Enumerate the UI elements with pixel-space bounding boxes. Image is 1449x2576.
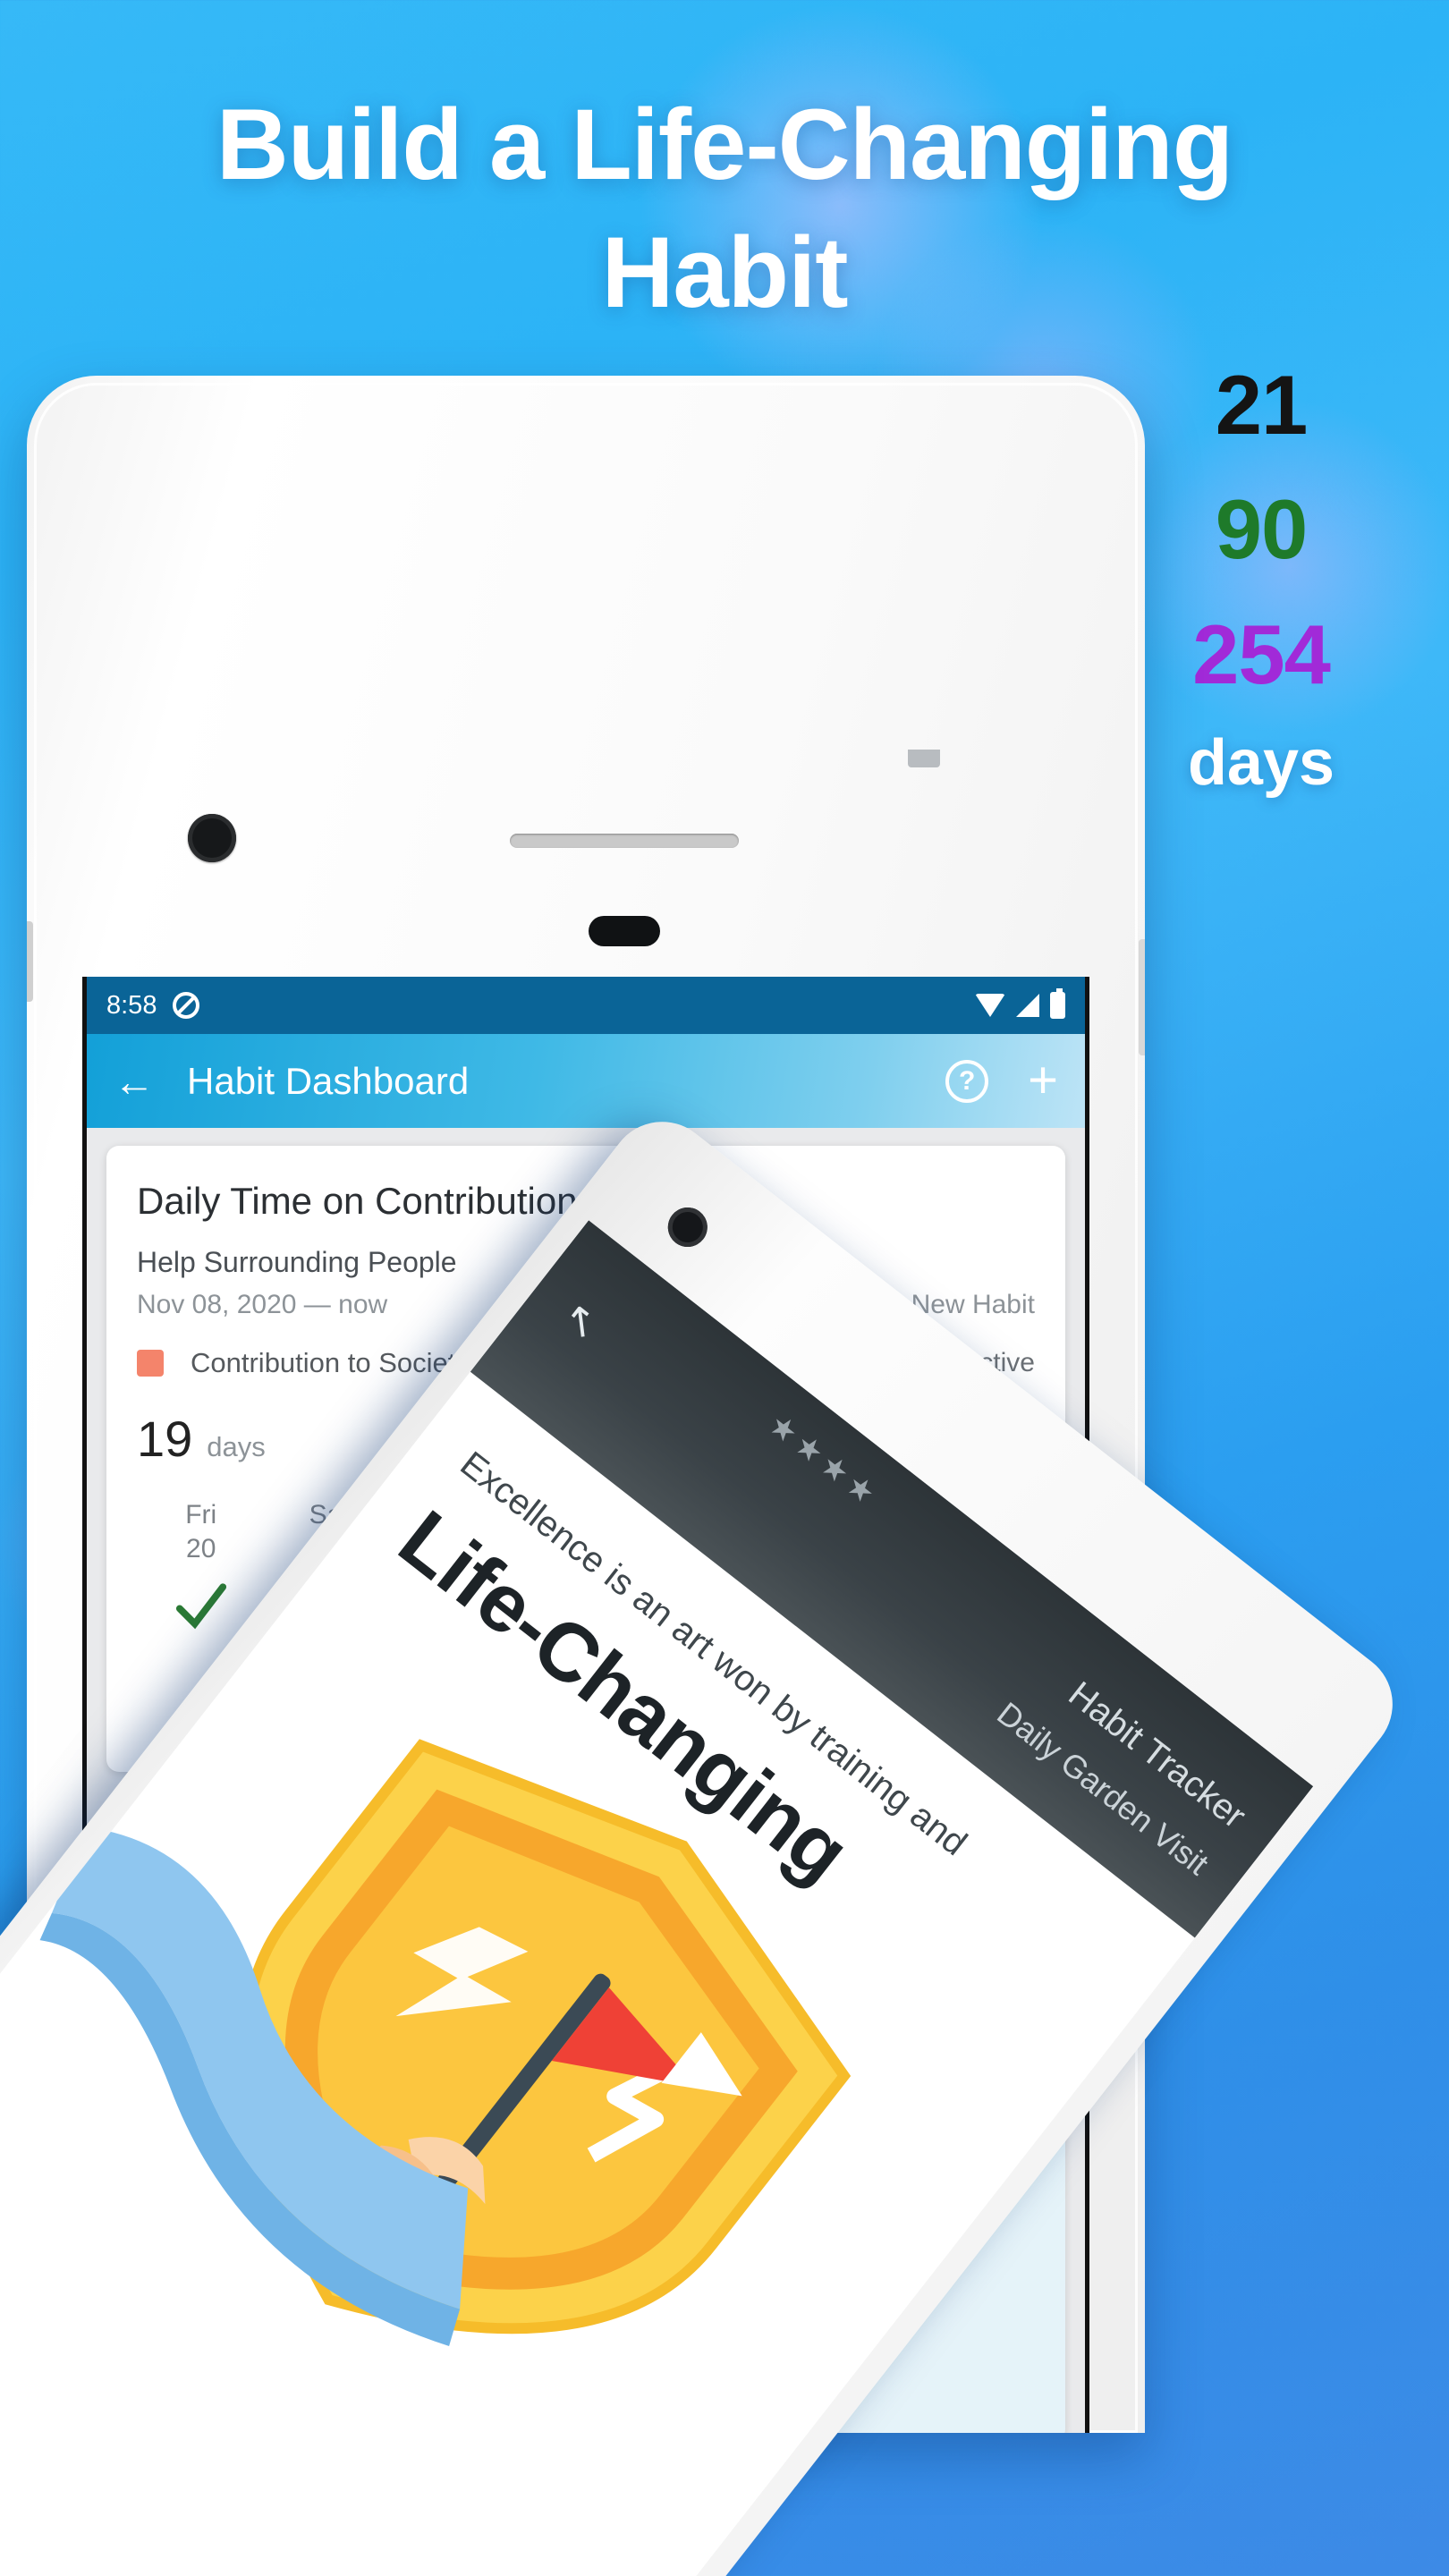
phone-power-button[interactable] — [1139, 939, 1145, 1055]
phone-top-notch — [908, 750, 940, 767]
back-arrow-icon[interactable]: ← — [114, 1061, 155, 1102]
status-bar-icons — [975, 988, 1065, 1019]
page-title: Habit Dashboard — [187, 1059, 470, 1102]
stat-value-90: 90 — [1215, 482, 1309, 577]
status-bar-time: 8:58 — [106, 990, 157, 1020]
streak-unit: days — [207, 1431, 266, 1462]
rating-stars-icon: ★★★★ — [762, 1407, 886, 1515]
do-not-disturb-icon — [173, 992, 200, 1019]
headline-line-1: Build a Life-Changing — [216, 89, 1233, 200]
back-arrow-icon[interactable]: ↖ — [554, 1291, 611, 1350]
day-number: 20 — [186, 1533, 216, 1563]
phone-volume-button[interactable] — [27, 921, 33, 1002]
habit-date: Nov 08, 2020 — now — [137, 1290, 388, 1319]
app-bar: ← Habit Dashboard ? + — [87, 1034, 1085, 1128]
status-bar: 8:58 — [87, 977, 1085, 1034]
app-bar-actions: ? + — [945, 1055, 1058, 1106]
front-camera-icon — [659, 1199, 716, 1255]
category-color-swatch — [137, 1350, 164, 1377]
proximity-sensor — [589, 916, 660, 946]
stat-unit-days: days — [1187, 726, 1335, 799]
stats-column: 21 90 254 days — [1127, 358, 1395, 800]
front-camera-icon — [188, 814, 236, 862]
signal-icon — [1016, 994, 1039, 1017]
day-name: Fri — [185, 1500, 217, 1530]
earpiece-speaker — [510, 834, 739, 848]
headline-line-2: Habit — [601, 216, 849, 329]
streak-value: 19 — [137, 1411, 193, 1467]
add-habit-icon[interactable]: + — [1028, 1055, 1058, 1106]
page-headline: Build a Life-Changing Habit — [0, 80, 1449, 337]
wifi-icon — [975, 994, 1005, 1017]
category-label: Contribution to Society — [191, 1347, 470, 1378]
stat-value-254: 254 — [1192, 606, 1331, 701]
help-icon[interactable]: ? — [945, 1059, 989, 1103]
battery-icon — [1050, 988, 1065, 1019]
stat-value-21: 21 — [1215, 358, 1309, 452]
